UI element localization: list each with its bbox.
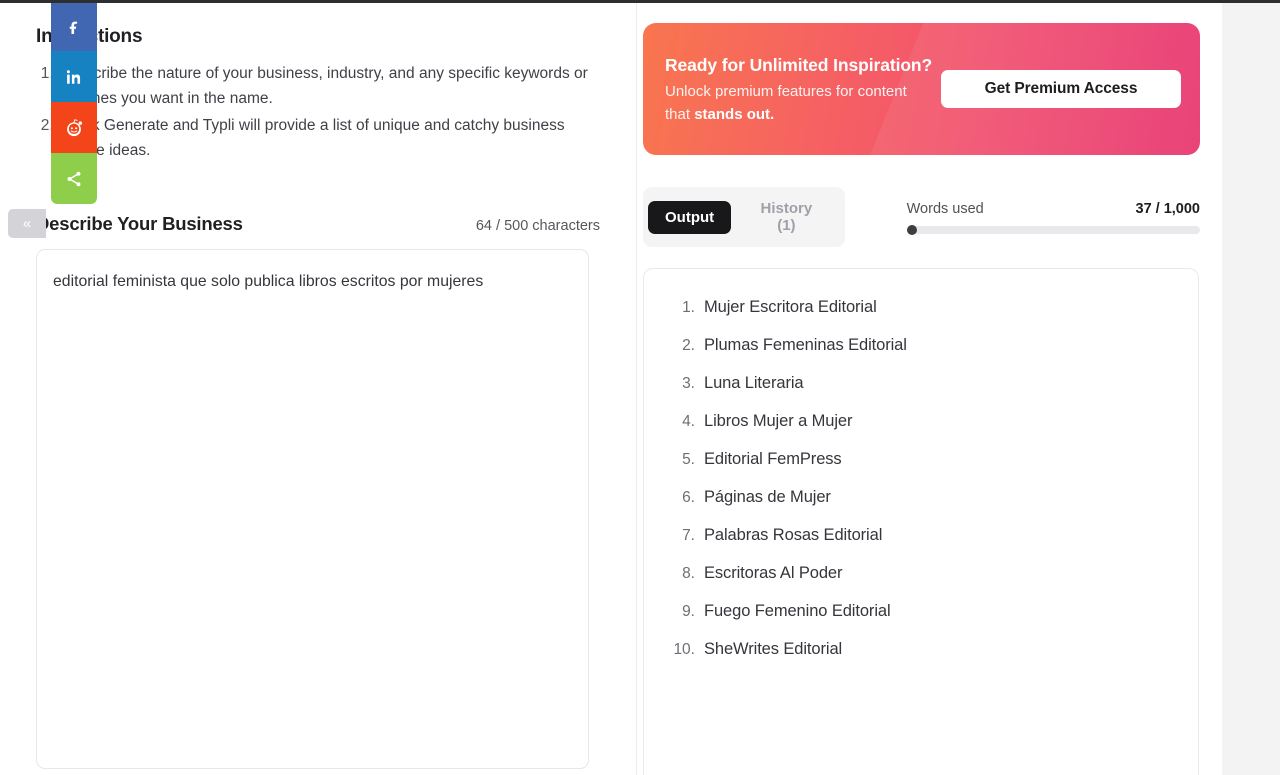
banner-subtitle-emphasis: stands out. xyxy=(694,105,775,123)
words-used-count: 37 / 1,000 xyxy=(1135,200,1201,217)
generated-name-item[interactable]: 9. Fuego Femenino Editorial xyxy=(670,602,1172,621)
generated-name-index: 10. xyxy=(673,641,695,658)
output-controls: Output History (1) Words used 37 / 1,000 xyxy=(642,187,1200,247)
get-premium-access-button[interactable]: Get Premium Access xyxy=(941,70,1181,108)
generated-name-text: Escritoras Al Poder xyxy=(704,564,843,582)
social-share-rail xyxy=(51,0,97,204)
two-column-layout: Instructions Describe the nature of your… xyxy=(0,3,1222,775)
generated-name-text: Libros Mujer a Mujer xyxy=(704,412,853,430)
generated-name-item[interactable]: 2. Plumas Femeninas Editorial xyxy=(670,336,1172,355)
generated-name-index: 3. xyxy=(682,375,695,392)
instructions-list: Describe the nature of your business, in… xyxy=(36,61,600,163)
instructions-title: Instructions xyxy=(36,3,600,48)
banner-title: Ready for Unlimited Inspiration? xyxy=(665,54,933,75)
generated-name-text: Fuego Femenino Editorial xyxy=(704,602,891,620)
generated-name-text: SheWrites Editorial xyxy=(704,640,843,658)
generated-name-index: 4. xyxy=(682,413,695,430)
generated-name-item[interactable]: 4. Libros Mujer a Mujer xyxy=(670,412,1172,431)
generated-name-index: 9. xyxy=(682,603,695,620)
generated-name-index: 1. xyxy=(682,299,695,316)
linkedin-share-icon[interactable] xyxy=(51,51,97,102)
generated-name-index: 8. xyxy=(682,565,695,582)
words-used-row: Words used 37 / 1,000 xyxy=(907,201,1200,217)
character-counter: 64 / 500 characters xyxy=(475,218,600,234)
generated-name-text: Luna Literaria xyxy=(704,374,804,392)
generated-name-item[interactable]: 5. Editorial FemPress xyxy=(670,450,1172,469)
generated-name-text: Páginas de Mujer xyxy=(704,488,831,506)
generated-name-text: Mujer Escritora Editorial xyxy=(704,298,877,316)
page-right-gutter xyxy=(1222,3,1280,775)
generated-name-text: Plumas Femeninas Editorial xyxy=(704,336,907,354)
generated-name-item[interactable]: 6. Páginas de Mujer xyxy=(670,488,1172,507)
output-tabs: Output History (1) xyxy=(643,187,845,247)
generated-name-index: 7. xyxy=(682,527,695,544)
generated-name-item[interactable]: 8. Escritoras Al Poder xyxy=(670,564,1172,583)
banner-text-block: Ready for Unlimited Inspiration? Unlock … xyxy=(643,53,933,126)
share-icon[interactable] xyxy=(51,153,97,204)
output-results-card: 1. Mujer Escritora Editorial 2. Plumas Feme… xyxy=(643,268,1199,775)
banner-subtitle: Unlock premium features for content that… xyxy=(665,80,933,126)
generated-name-index: 6. xyxy=(682,489,695,506)
words-progress-thumb xyxy=(906,224,917,235)
describe-business-title: Describe Your Business xyxy=(36,213,243,234)
browser-chrome-strip xyxy=(0,0,1280,3)
reddit-share-icon[interactable] xyxy=(51,102,97,153)
tab-history[interactable]: History (1) xyxy=(733,192,839,242)
generated-name-index: 5. xyxy=(682,451,695,468)
instruction-step: Click Generate and Typli will provide a … xyxy=(58,113,600,163)
generated-name-index: 2. xyxy=(682,337,695,354)
generated-name-item[interactable]: 10. SheWrites Editorial xyxy=(670,640,1172,659)
facebook-share-icon[interactable] xyxy=(51,0,97,51)
generated-name-text: Palabras Rosas Editorial xyxy=(704,526,883,544)
output-panel: Ready for Unlimited Inspiration? Unlock … xyxy=(637,3,1222,775)
words-used-label: Words used xyxy=(906,200,984,217)
tab-output[interactable]: Output xyxy=(648,200,732,234)
describe-header: Describe Your Business 64 / 500 characte… xyxy=(36,213,600,235)
generated-names-list: 1. Mujer Escritora Editorial 2. Plumas Feme… xyxy=(670,298,1172,659)
business-description-input[interactable] xyxy=(36,249,589,769)
words-used-meter: Words used 37 / 1,000 xyxy=(906,201,1200,235)
words-progress-track xyxy=(906,224,1200,235)
premium-upsell-banner: Ready for Unlimited Inspiration? Unlock … xyxy=(643,23,1200,155)
instruction-step: Describe the nature of your business, in… xyxy=(58,61,600,111)
generated-name-item[interactable]: 1. Mujer Escritora Editorial xyxy=(670,298,1172,317)
generated-name-text: Editorial FemPress xyxy=(704,450,842,468)
app-page: Instructions Describe the nature of your… xyxy=(0,3,1222,775)
generated-name-item[interactable]: 3. Luna Literaria xyxy=(670,374,1172,393)
generated-name-item[interactable]: 7. Palabras Rosas Editorial xyxy=(670,526,1172,545)
collapse-sidebar-button[interactable]: « xyxy=(8,209,46,238)
